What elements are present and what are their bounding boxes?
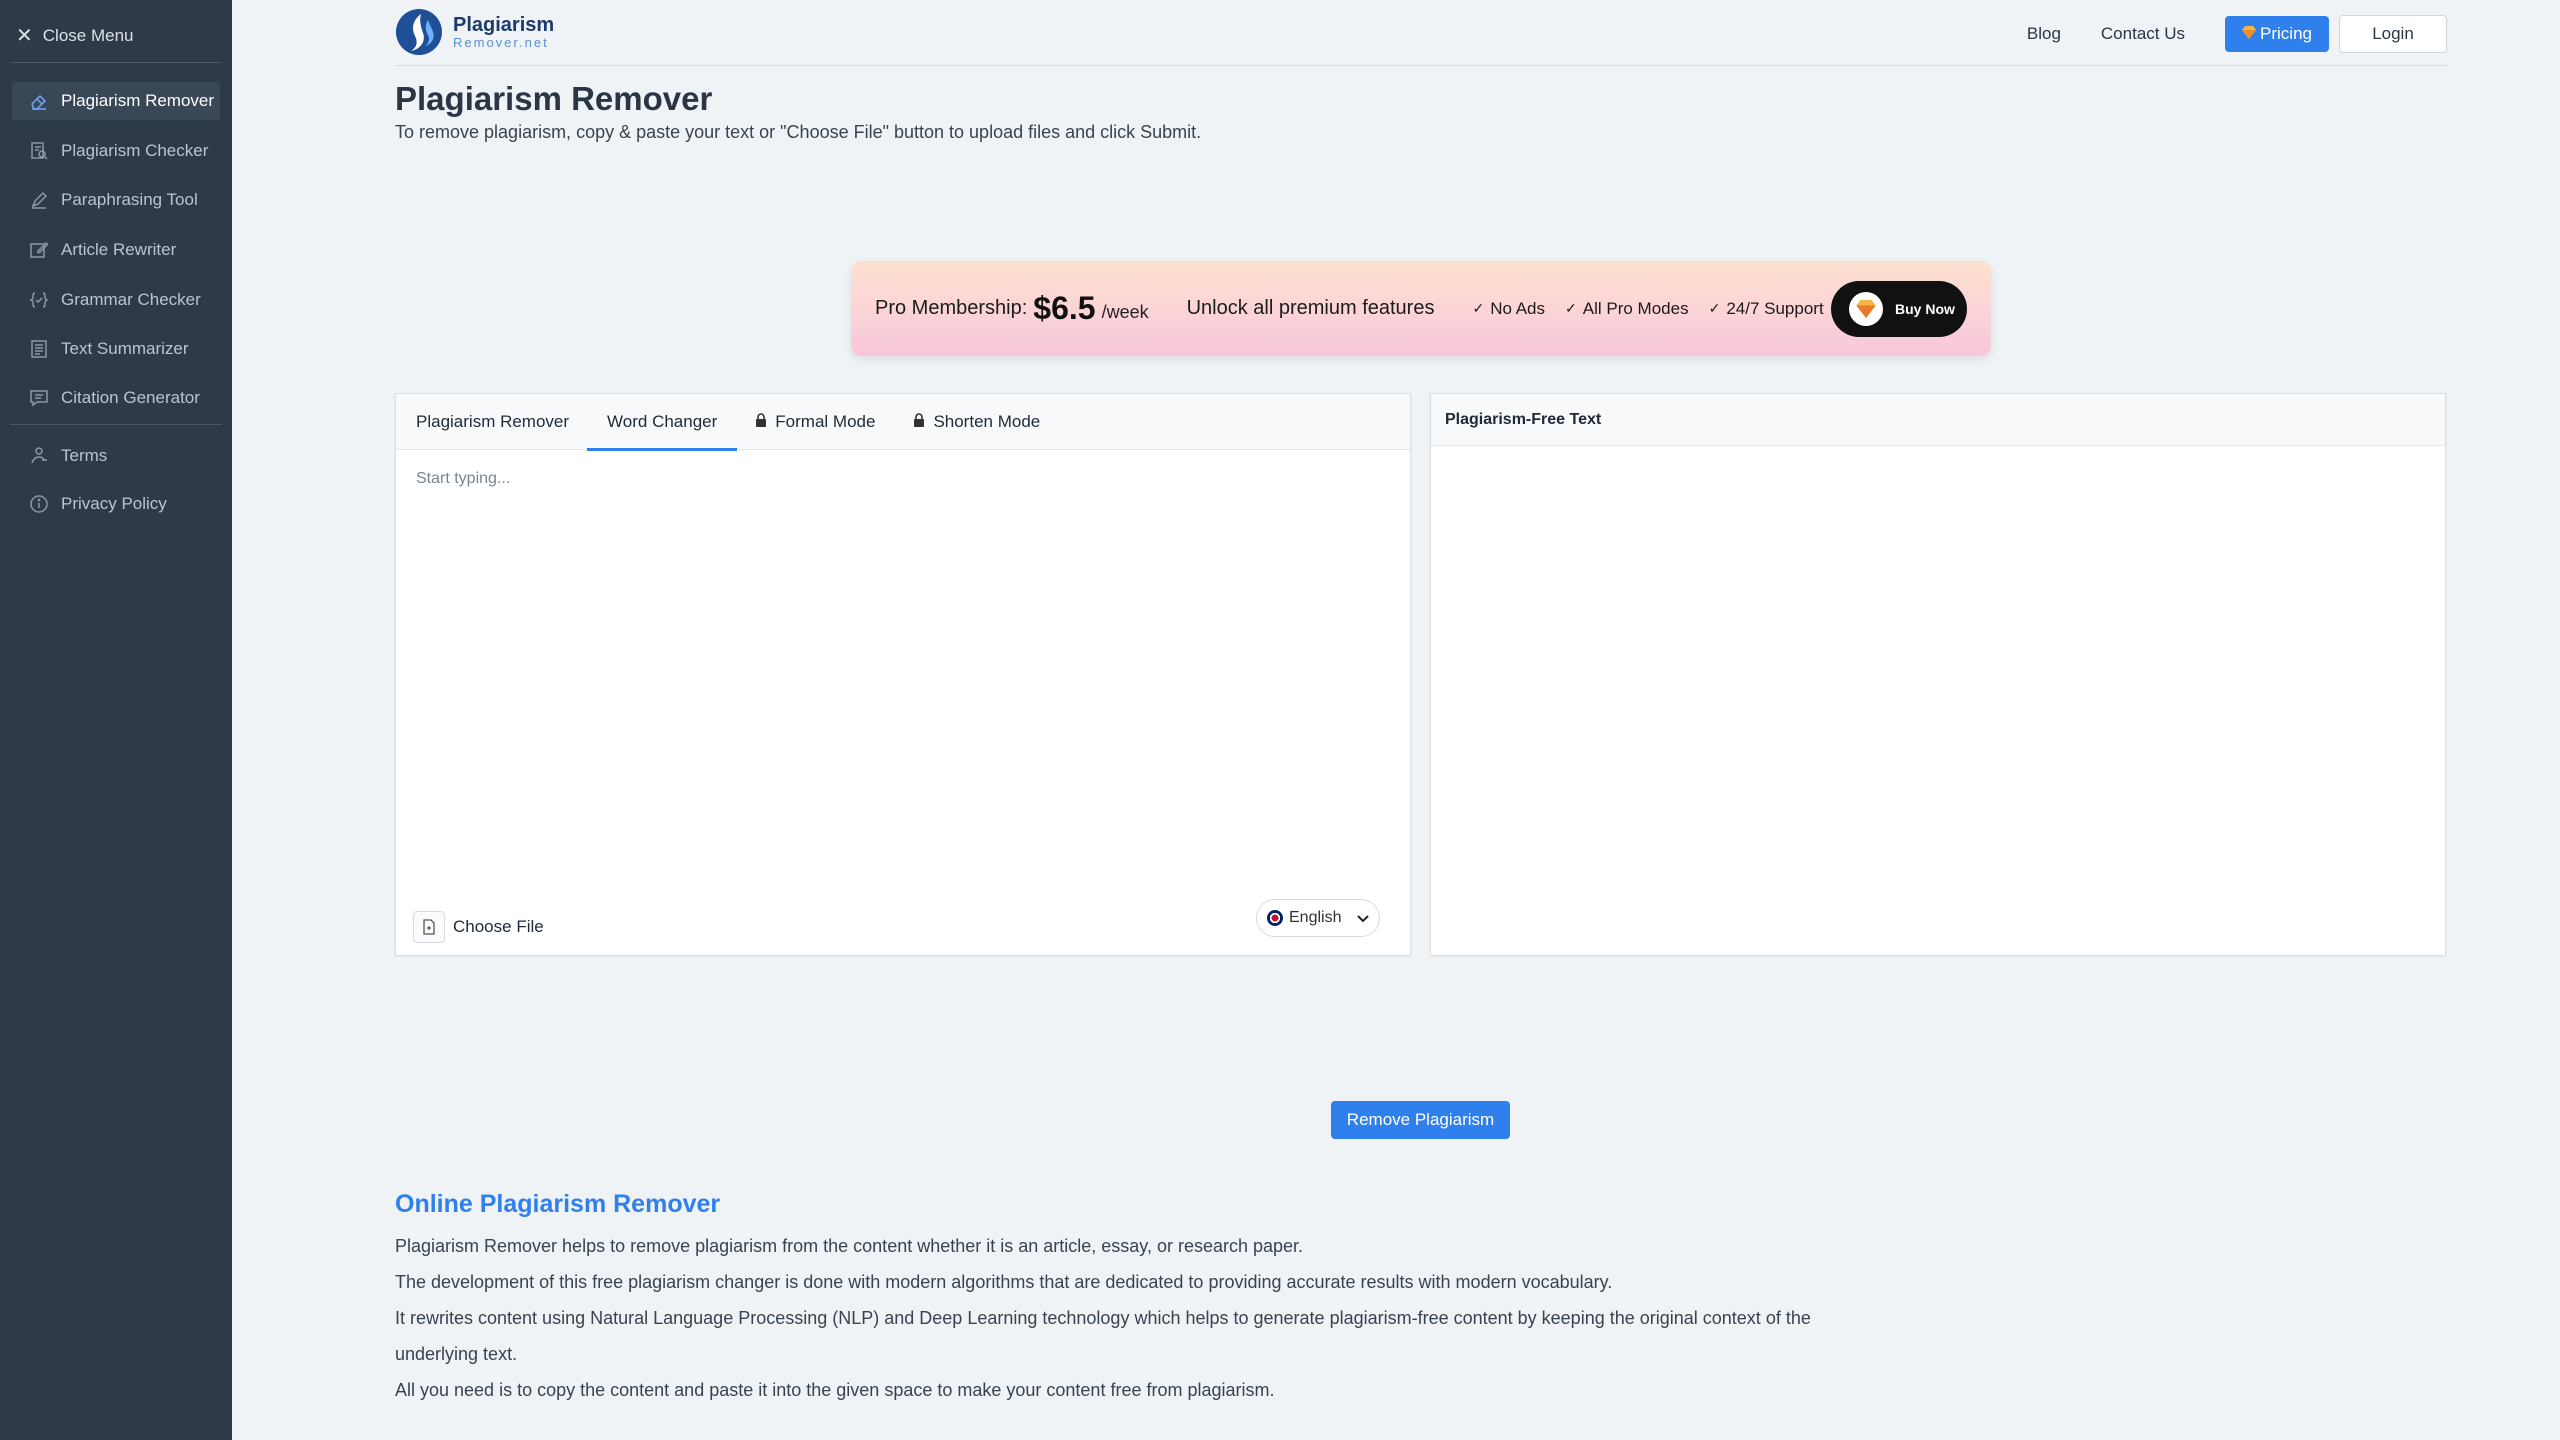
check-icon: ✓ <box>1708 300 1721 316</box>
input-textarea[interactable] <box>396 450 1410 880</box>
braces-check-icon <box>29 290 49 310</box>
logo-title: Plagiarism <box>453 14 555 36</box>
remove-plagiarism-button[interactable]: Remove Plagiarism <box>1331 1101 1510 1139</box>
output-title: Plagiarism-Free Text <box>1431 394 2445 446</box>
site-logo[interactable]: Plagiarism Remover.net <box>395 8 554 56</box>
sidebar-item-label: Grammar Checker <box>61 290 201 309</box>
choose-file-label: Choose File <box>453 917 544 936</box>
info-icon <box>29 494 49 514</box>
check-icon: ✓ <box>1565 300 1577 316</box>
top-nav: Blog Contact Us Pricing Login <box>2027 15 2447 53</box>
buy-now-label: Buy Now <box>1895 301 1955 317</box>
language-select[interactable]: English <box>1256 899 1380 937</box>
sidebar-item-label: Article Rewriter <box>61 240 177 259</box>
buy-now-button[interactable]: Buy Now <box>1831 281 1967 337</box>
tab-formal-mode[interactable]: Formal Mode <box>755 394 875 450</box>
sidebar-item-paraphrasing-tool[interactable]: Paraphrasing Tool <box>12 181 220 219</box>
language-value: English <box>1289 909 1342 926</box>
promo-unlock-text: Unlock all premium features <box>1186 297 1435 319</box>
pen-icon <box>29 190 49 210</box>
sidebar-item-label: Paraphrasing Tool <box>61 190 198 209</box>
feature-item: ✓ No Ads <box>1472 298 1546 318</box>
sidebar-item-citation-generator[interactable]: Citation Generator <box>12 379 220 417</box>
nav-contact-link[interactable]: Contact Us <box>2101 24 2185 44</box>
sidebar-item-terms[interactable]: Terms <box>12 437 220 475</box>
promo-label: Pro Membership: <box>875 297 1028 319</box>
top-header: Plagiarism Remover.net Blog Contact Us P… <box>395 0 2447 66</box>
article-paragraph: The development of this free plagiarism … <box>395 1272 1613 1292</box>
chevron-down-icon <box>1357 910 1369 926</box>
sidebar-divider <box>10 424 222 425</box>
pro-membership-banner: Pro Membership: $6.5 /week Unlock all pr… <box>851 261 1991 356</box>
sidebar-divider <box>10 62 222 63</box>
login-button[interactable]: Login <box>2339 15 2447 53</box>
sidebar-item-text-summarizer[interactable]: Text Summarizer <box>12 330 220 368</box>
sidebar-item-privacy-policy[interactable]: Privacy Policy <box>12 485 220 523</box>
sidebar-item-article-rewriter[interactable]: Article Rewriter <box>12 231 220 269</box>
article-paragraph: Plagiarism Remover helps to remove plagi… <box>395 1236 1304 1256</box>
feature-item: ✓ 24/7 Support <box>1708 298 1824 318</box>
tab-label: Formal Mode <box>775 411 876 431</box>
tab-shorten-mode[interactable]: Shorten Mode <box>913 394 1040 450</box>
feature-item: ✓ All Pro Modes <box>1565 298 1689 318</box>
file-icon <box>413 911 445 943</box>
edit-icon <box>29 240 49 260</box>
gem-icon <box>2242 24 2257 44</box>
tab-label: Shorten Mode <box>933 411 1041 431</box>
lock-icon <box>913 412 925 432</box>
page-title: Plagiarism Remover <box>395 80 713 117</box>
choose-file-button[interactable]: Choose File <box>413 911 544 943</box>
output-panel: Plagiarism-Free Text <box>1430 393 2446 956</box>
page-subtitle: To remove plagiarism, copy & paste your … <box>395 122 1202 142</box>
gem-icon <box>1849 292 1883 326</box>
close-menu-button[interactable]: ✕ Close Menu <box>16 26 133 46</box>
logo-subtitle: Remover.net <box>453 35 549 50</box>
pricing-label: Pricing <box>2260 24 2312 43</box>
search-document-icon <box>29 141 49 161</box>
sidebar: ✕ Close Menu Plagiarism Remover Plagiari… <box>0 0 232 1440</box>
sidebar-item-label: Plagiarism Checker <box>61 141 209 160</box>
sidebar-item-plagiarism-remover[interactable]: Plagiarism Remover <box>12 82 220 120</box>
input-editor-panel: Plagiarism Remover Word Changer Formal M… <box>395 393 1411 956</box>
nav-blog-link[interactable]: Blog <box>2027 24 2061 44</box>
tab-plagiarism-remover[interactable]: Plagiarism Remover <box>416 394 569 450</box>
sidebar-item-plagiarism-checker[interactable]: Plagiarism Checker <box>12 132 220 170</box>
uk-flag-icon <box>1267 910 1283 926</box>
article-body: Plagiarism Remover helps to remove plagi… <box>395 1228 1835 1408</box>
logo-icon <box>396 9 442 55</box>
close-icon: ✕ <box>16 25 33 47</box>
mode-tabs: Plagiarism Remover Word Changer Formal M… <box>396 394 1410 451</box>
sidebar-item-label: Plagiarism Remover <box>61 91 215 110</box>
hand-icon <box>29 446 49 466</box>
promo-period: /week <box>1101 302 1149 322</box>
pricing-button[interactable]: Pricing <box>2225 16 2329 52</box>
sidebar-item-label: Citation Generator <box>61 388 200 407</box>
lock-icon <box>755 412 767 432</box>
sidebar-item-label: Terms <box>61 446 108 465</box>
close-menu-label: Close Menu <box>42 26 134 45</box>
tab-word-changer[interactable]: Word Changer <box>587 394 738 451</box>
article-paragraph: All you need is to copy the content and … <box>395 1380 1275 1400</box>
sidebar-item-grammar-checker[interactable]: Grammar Checker <box>12 281 220 319</box>
sidebar-item-label: Privacy Policy <box>61 494 167 513</box>
promo-features: ✓ No Ads ✓ All Pro Modes ✓ 24/7 Support <box>1472 299 1823 319</box>
promo-price: $6.5 <box>1033 290 1096 326</box>
eraser-icon <box>29 91 49 111</box>
check-icon: ✓ <box>1472 300 1485 316</box>
article-heading: Online Plagiarism Remover <box>395 1190 721 1218</box>
list-document-icon <box>29 339 49 359</box>
quote-bubble-icon <box>29 388 49 408</box>
article-paragraph: It rewrites content using Natural Langua… <box>395 1308 1811 1364</box>
sidebar-item-label: Text Summarizer <box>61 339 189 358</box>
